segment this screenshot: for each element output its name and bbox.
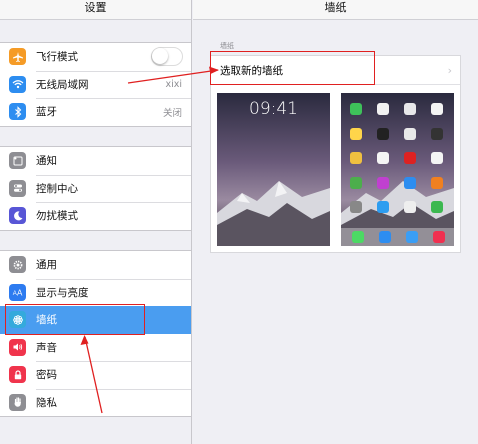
sidebar-item-privacy[interactable]: 隐私 bbox=[0, 388, 191, 417]
toggle-knob bbox=[152, 48, 168, 65]
app-icon bbox=[404, 176, 416, 189]
sidebar-item-label: 蓝牙 bbox=[36, 106, 57, 119]
app-icon bbox=[350, 201, 362, 213]
svg-text:A: A bbox=[17, 289, 23, 298]
lock-screen-clock: 09:41 bbox=[249, 99, 298, 119]
sidebar-item-display-brightness[interactable]: AA 显示与亮度 bbox=[0, 278, 191, 307]
annotation-highlight-box bbox=[210, 51, 375, 85]
display-brightness-icon: AA bbox=[9, 283, 26, 301]
sidebar-item-label: 密码 bbox=[36, 369, 57, 382]
app-icon bbox=[377, 176, 389, 189]
app-icon bbox=[404, 201, 416, 213]
sidebar-item-label: 飞行模式 bbox=[36, 51, 78, 64]
sidebar-item-label: 隐私 bbox=[36, 396, 57, 409]
app-icon bbox=[431, 127, 443, 140]
settings-sidebar: 设置 飞行模式 无线局域网 xixi 蓝牙 关闭 通知 控制中心 勿扰模式 通用… bbox=[0, 0, 192, 444]
sidebar-item-airplane-mode[interactable]: 飞行模式 bbox=[0, 43, 191, 71]
control-center-icon bbox=[9, 179, 26, 197]
app-icon bbox=[350, 103, 362, 115]
bluetooth-icon bbox=[9, 103, 26, 121]
sidebar-item-do-not-disturb[interactable]: 勿扰模式 bbox=[0, 202, 191, 230]
sidebar-title: 设置 bbox=[0, 0, 191, 20]
app-icon bbox=[431, 176, 443, 189]
sidebar-item-label: 声音 bbox=[36, 341, 57, 354]
speaker-icon bbox=[9, 338, 26, 356]
sidebar-item-label: 控制中心 bbox=[36, 182, 78, 195]
sidebar-item-passcode[interactable]: 密码 bbox=[0, 361, 191, 389]
wifi-icon bbox=[9, 75, 26, 93]
notification-icon bbox=[9, 152, 26, 170]
wifi-network-value: xixi bbox=[165, 78, 182, 90]
app-icon bbox=[377, 152, 389, 164]
app-icon bbox=[431, 152, 443, 164]
app-icon bbox=[352, 231, 364, 243]
app-icon bbox=[404, 127, 416, 140]
sidebar-item-control-center[interactable]: 控制中心 bbox=[0, 174, 191, 203]
bluetooth-status-value: 关闭 bbox=[162, 107, 182, 119]
sidebar-item-sounds[interactable]: 声音 bbox=[0, 334, 191, 362]
hand-icon bbox=[9, 393, 26, 411]
sidebar-item-label: 通用 bbox=[36, 259, 57, 272]
app-icon bbox=[377, 201, 389, 213]
sidebar-item-bluetooth[interactable]: 蓝牙 关闭 bbox=[0, 98, 191, 126]
app-icon bbox=[404, 152, 416, 164]
app-icon bbox=[431, 201, 443, 213]
airplane-mode-toggle[interactable] bbox=[151, 47, 183, 67]
moon-icon bbox=[9, 207, 26, 225]
app-icon bbox=[377, 127, 389, 140]
app-icon bbox=[433, 231, 445, 243]
app-icon bbox=[350, 127, 362, 140]
app-icon bbox=[431, 103, 443, 115]
lock-screen-wallpaper-preview[interactable]: 09:41 bbox=[217, 93, 330, 246]
app-icon bbox=[406, 231, 418, 243]
app-icon bbox=[377, 103, 389, 115]
home-screen-wallpaper-preview[interactable] bbox=[341, 93, 454, 246]
wallpaper-section-header: 墙纸 bbox=[220, 42, 234, 50]
gear-icon bbox=[9, 256, 26, 274]
sidebar-item-label: 勿扰模式 bbox=[36, 210, 78, 223]
sidebar-item-label: 通知 bbox=[36, 155, 57, 168]
app-icon bbox=[350, 152, 362, 164]
airplane-icon bbox=[9, 48, 26, 66]
sidebar-item-label: 显示与亮度 bbox=[36, 286, 89, 299]
settings-group-notifications: 通知 控制中心 勿扰模式 bbox=[0, 146, 191, 231]
annotation-highlight-box bbox=[5, 304, 145, 335]
app-icon bbox=[350, 176, 362, 189]
settings-group-connectivity: 飞行模式 无线局域网 xixi 蓝牙 关闭 bbox=[0, 42, 191, 127]
home-screen-app-grid bbox=[350, 103, 445, 213]
app-icon bbox=[404, 103, 416, 115]
dock-app-row bbox=[352, 231, 445, 243]
lock-icon bbox=[9, 366, 26, 384]
sidebar-item-notifications[interactable]: 通知 bbox=[0, 147, 191, 175]
sidebar-item-general[interactable]: 通用 bbox=[0, 251, 191, 279]
chevron-right-icon: › bbox=[447, 63, 452, 77]
sidebar-item-label: 无线局域网 bbox=[36, 78, 89, 91]
sidebar-item-wifi[interactable]: 无线局域网 xixi bbox=[0, 70, 191, 99]
app-icon bbox=[379, 231, 391, 243]
detail-title: 墙纸 bbox=[193, 0, 478, 20]
